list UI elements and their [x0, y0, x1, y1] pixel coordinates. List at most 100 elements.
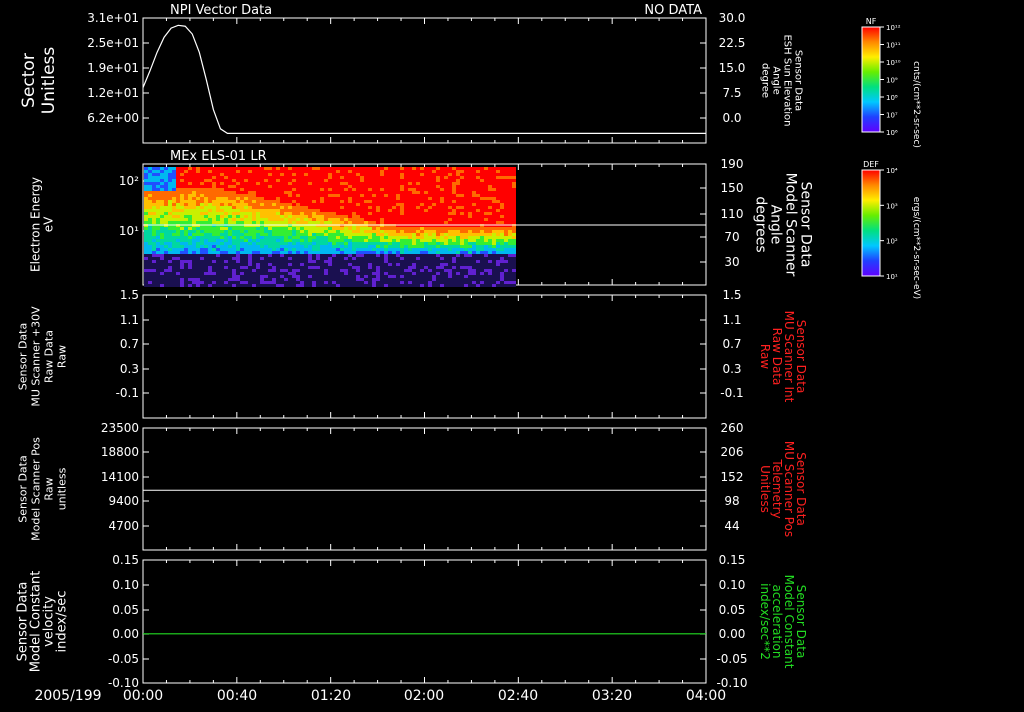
spectrogram-cell	[456, 197, 460, 200]
spectrogram-cell	[200, 278, 204, 281]
spectrogram-cell	[388, 170, 392, 173]
spectrogram-cell	[336, 191, 340, 194]
spectrogram-cell	[332, 182, 336, 185]
spectrogram-cell	[404, 173, 408, 176]
spectrogram-cell	[180, 227, 184, 230]
spectrogram-cell	[164, 173, 168, 176]
spectrogram-cell	[168, 245, 172, 248]
spectrogram-cell	[160, 263, 164, 266]
spectrogram-cell	[408, 239, 412, 242]
spectrogram-cell	[448, 215, 452, 218]
spectrogram-cell	[496, 179, 500, 182]
spectrogram-cell	[188, 260, 192, 263]
spectrogram-cell	[408, 248, 412, 251]
spectrogram-cell	[328, 182, 332, 185]
spectrogram-cell	[228, 248, 232, 251]
spectrogram-cell	[288, 188, 292, 191]
spectrogram-cell	[416, 248, 420, 251]
spectrogram-cell	[464, 245, 468, 248]
spectrogram-cell	[296, 197, 300, 200]
spectrogram-cell	[472, 194, 476, 197]
spectrogram-cell	[228, 251, 232, 254]
spectrogram-cell	[488, 248, 492, 251]
spectrogram-cell	[480, 203, 484, 206]
spectrogram-cell	[504, 275, 508, 278]
spectrogram-cell	[356, 257, 360, 260]
spectrogram-cell	[184, 197, 188, 200]
spectrogram-cell	[356, 173, 360, 176]
spectrogram-cell	[448, 206, 452, 209]
spectrogram-cell	[368, 176, 372, 179]
spectrogram-cell	[264, 254, 268, 257]
spectrogram-cell	[360, 200, 364, 203]
spectrogram-cell	[308, 278, 312, 281]
spectrogram-cell	[504, 167, 508, 170]
spectrogram-cell	[412, 206, 416, 209]
spectrogram-cell	[496, 263, 500, 266]
y-right-tick-label: 0.00	[719, 627, 746, 641]
spectrogram-cell	[496, 236, 500, 239]
spectrogram-cell	[452, 239, 456, 242]
spectrogram-cell	[408, 233, 412, 236]
spectrogram-cell	[332, 248, 336, 251]
spectrogram-cell	[268, 269, 272, 272]
spectrogram-cell	[236, 239, 240, 242]
spectrogram-cell	[184, 179, 188, 182]
spectrogram-cell	[228, 209, 232, 212]
spectrogram-cell	[280, 170, 284, 173]
spectrogram-cell	[364, 230, 368, 233]
spectrogram-cell	[280, 263, 284, 266]
spectrogram-cell	[468, 215, 472, 218]
spectrogram-cell	[320, 248, 324, 251]
y-tick-label: 1.2e+01	[87, 86, 139, 100]
spectrogram-cell	[440, 167, 444, 170]
time-tick-label: 00:40	[217, 688, 257, 704]
spectrogram-cell	[236, 251, 240, 254]
spectrogram-cell	[428, 275, 432, 278]
spectrogram-cell	[300, 281, 304, 284]
spectrogram-cell	[384, 182, 388, 185]
spectrogram-cell	[148, 203, 152, 206]
spectrogram-cell	[492, 209, 496, 212]
spectrogram-cell	[276, 194, 280, 197]
spectrogram-cell	[424, 254, 428, 257]
spectrogram-cell	[424, 170, 428, 173]
spectrogram-cell	[240, 221, 244, 224]
spectrogram-cell	[164, 206, 168, 209]
spectrogram-cell	[416, 209, 420, 212]
spectrogram-cell	[260, 251, 264, 254]
spectrogram-cell	[440, 275, 444, 278]
spectrogram-cell	[364, 242, 368, 245]
spectrogram-cell	[480, 230, 484, 233]
spectrogram-cell	[452, 194, 456, 197]
spectrogram-cell	[200, 209, 204, 212]
spectrogram-cell	[228, 218, 232, 221]
spectrogram-cell	[260, 194, 264, 197]
spectrogram-cell	[408, 236, 412, 239]
spectrogram-cell	[208, 251, 212, 254]
spectrogram-cell	[392, 260, 396, 263]
spectrogram-cell	[212, 278, 216, 281]
spectrogram-cell	[328, 254, 332, 257]
spectrogram-cell	[444, 251, 448, 254]
spectrogram-cell	[184, 278, 188, 281]
spectrogram-cell	[376, 260, 380, 263]
spectrogram-cell	[484, 266, 488, 269]
spectrogram-cell	[288, 272, 292, 275]
spectrogram-cell	[484, 194, 488, 197]
spectrogram-cell	[500, 266, 504, 269]
spectrogram-cell	[296, 251, 300, 254]
spectrogram-cell	[244, 191, 248, 194]
spectrogram-cell	[488, 167, 492, 170]
spectrogram-cell	[272, 260, 276, 263]
spectrogram-cell	[392, 200, 396, 203]
spectrogram-cell	[400, 233, 404, 236]
spectrogram-cell	[452, 260, 456, 263]
spectrogram-cell	[288, 227, 292, 230]
spectrogram-cell	[392, 236, 396, 239]
spectrogram-cell	[200, 284, 204, 287]
spectrogram-cell	[348, 278, 352, 281]
spectrogram-cell	[252, 227, 256, 230]
spectrogram-cell	[496, 230, 500, 233]
spectrogram-cell	[468, 257, 472, 260]
